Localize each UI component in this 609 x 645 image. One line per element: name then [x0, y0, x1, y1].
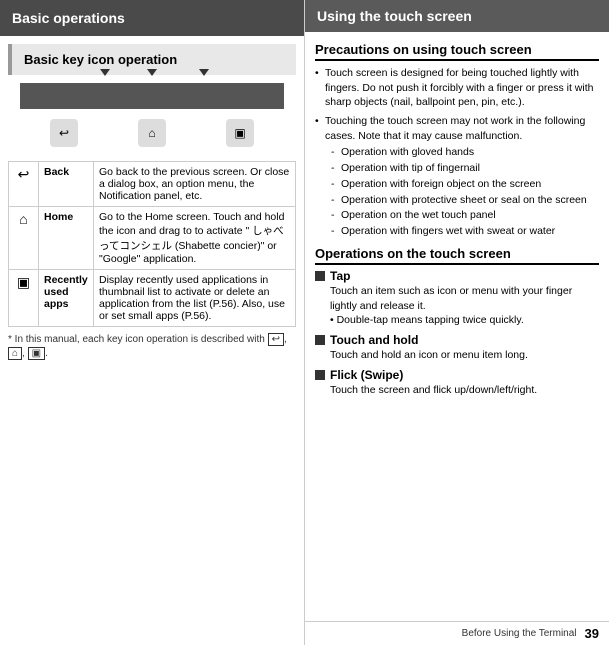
right-panel: Using the touch screen Precautions on us…	[305, 0, 609, 645]
sub-list: Operation with gloved handsOperation wit…	[331, 145, 599, 240]
op-title: Tap	[315, 269, 599, 283]
back-key-icon: ↩	[50, 119, 78, 147]
key-symbol: ↩	[9, 162, 39, 207]
op-sub-bullet: Double-tap means tapping twice quickly.	[330, 313, 599, 328]
arrow-center	[147, 69, 157, 76]
page-footer: Before Using the Terminal 39	[305, 621, 609, 645]
precautions-heading: Precautions on using touch screen	[315, 42, 599, 61]
key-table: ↩ Back Go back to the previous screen. O…	[8, 161, 296, 327]
key-description: Go to the Home screen. Touch and hold th…	[94, 207, 296, 270]
sub-item: Operation with fingers wet with sweat or…	[331, 224, 599, 240]
arrow-right	[199, 69, 209, 76]
arrow-left	[100, 69, 110, 76]
left-header: Basic operations	[0, 0, 304, 36]
key-icons-row: ↩ ⌂ ▣	[0, 109, 304, 157]
home-key-icon: ⌂	[138, 119, 166, 147]
icon-bar	[20, 83, 284, 109]
precaution-item: Touching the touch screen may not work i…	[315, 114, 599, 240]
footer-page: 39	[585, 626, 599, 641]
key-description: Go back to the previous screen. Or close…	[94, 162, 296, 207]
sub-item: Operation with foreign object on the scr…	[331, 177, 599, 193]
op-title: Touch and hold	[315, 333, 599, 347]
precautions-list: Touch screen is designed for being touch…	[315, 66, 599, 240]
sub-item: Operation on the wet touch panel	[331, 208, 599, 224]
op-description: Touch the screen and flick up/down/left/…	[330, 383, 599, 398]
op-square	[315, 370, 325, 380]
operation-item: TapTouch an item such as icon or menu wi…	[315, 269, 599, 328]
table-row: ↩ Back Go back to the previous screen. O…	[9, 162, 296, 207]
op-description: Touch an item such as icon or menu with …	[330, 284, 599, 313]
left-panel: Basic operations Basic key icon operatio…	[0, 0, 305, 645]
right-header: Using the touch screen	[305, 0, 609, 32]
sub-item: Operation with protective sheet or seal …	[331, 193, 599, 209]
op-description: Touch and hold an icon or menu item long…	[330, 348, 599, 363]
left-title: Basic operations	[12, 10, 125, 26]
key-label: Back	[39, 162, 94, 207]
footnote: * In this manual, each key icon operatio…	[0, 327, 304, 367]
key-label: Recently used apps	[39, 270, 94, 327]
key-symbol: ▣	[9, 270, 39, 327]
op-square	[315, 335, 325, 345]
key-symbol: ⌂	[9, 207, 39, 270]
operation-item: Flick (Swipe)Touch the screen and flick …	[315, 368, 599, 398]
right-title: Using the touch screen	[317, 8, 472, 24]
right-content: Precautions on using touch screen Touch …	[305, 32, 609, 621]
key-description: Display recently used applications in th…	[94, 270, 296, 327]
table-row: ⌂ Home Go to the Home screen. Touch and …	[9, 207, 296, 270]
footer-label: Before Using the Terminal	[462, 628, 577, 639]
sub-item: Operation with tip of fingernail	[331, 161, 599, 177]
operation-item: Touch and holdTouch and hold an icon or …	[315, 333, 599, 363]
table-row: ▣ Recently used apps Display recently us…	[9, 270, 296, 327]
op-title: Flick (Swipe)	[315, 368, 599, 382]
key-label: Home	[39, 207, 94, 270]
operations-heading: Operations on the touch screen	[315, 246, 599, 265]
recent-key-icon: ▣	[226, 119, 254, 147]
op-square	[315, 271, 325, 281]
sub-item: Operation with gloved hands	[331, 145, 599, 161]
operations-list: TapTouch an item such as icon or menu wi…	[315, 269, 599, 397]
precaution-item: Touch screen is designed for being touch…	[315, 66, 599, 110]
